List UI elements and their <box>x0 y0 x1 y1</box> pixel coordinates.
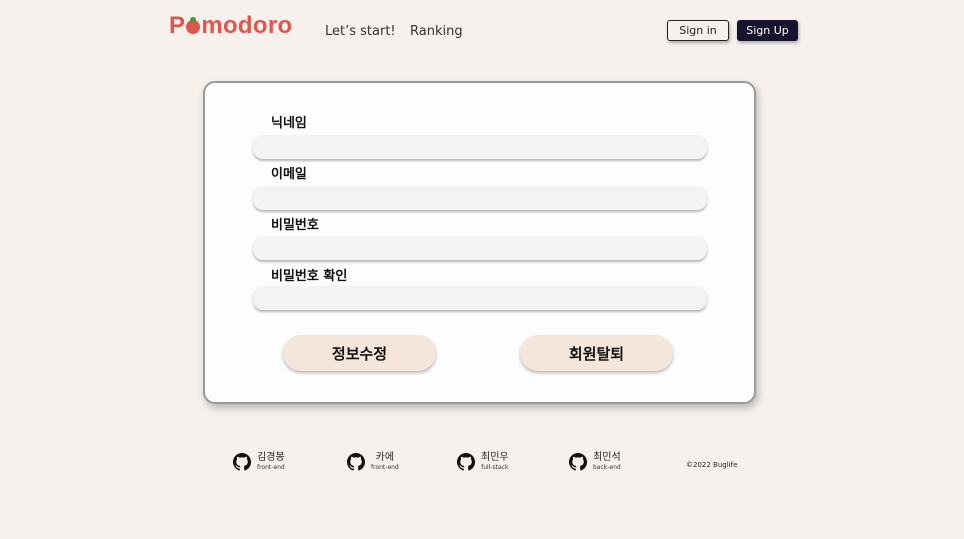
member-role: front-end <box>371 464 399 471</box>
email-label: 이메일 <box>271 167 307 182</box>
member-link-2[interactable]: 카에 front-end <box>347 452 399 472</box>
nav-lets-start[interactable]: Let’s start! <box>325 24 396 40</box>
logo-letter-p: P <box>169 12 186 39</box>
sign-up-button[interactable]: Sign Up <box>737 20 798 41</box>
edit-info-button[interactable]: 정보수정 <box>283 335 436 371</box>
member-name: 최민석 <box>593 452 621 463</box>
github-icon <box>347 453 365 471</box>
member-role: back-end <box>593 464 621 471</box>
copyright: ©2022 Buglife <box>686 461 738 469</box>
nav-ranking[interactable]: Ranking <box>410 24 463 40</box>
member-role: full-stack <box>481 464 509 471</box>
member-name: 카에 <box>375 452 395 463</box>
tomato-icon <box>186 17 201 34</box>
password-confirm-label: 비밀번호 확인 <box>271 269 348 284</box>
nickname-input[interactable] <box>253 135 707 159</box>
member-name: 김경봉 <box>257 452 285 463</box>
logo-text: modoro <box>201 12 293 39</box>
nickname-label: 닉네임 <box>271 116 307 131</box>
email-input[interactable] <box>253 186 707 210</box>
member-link-1[interactable]: 김경봉 front-end <box>233 452 285 472</box>
logo[interactable]: P modoro <box>169 10 292 42</box>
profile-edit-card: 닉네임 이메일 비밀번호 비밀번호 확인 정보수정 회원탈퇴 <box>203 81 756 404</box>
github-icon <box>233 453 251 471</box>
password-confirm-input[interactable] <box>253 286 707 310</box>
sign-in-button[interactable]: Sign in <box>667 20 729 41</box>
password-input[interactable] <box>253 236 707 260</box>
password-label: 비밀번호 <box>271 218 319 233</box>
member-role: front-end <box>257 464 285 471</box>
member-link-3[interactable]: 최민우 full-stack <box>457 452 509 472</box>
member-link-4[interactable]: 최민석 back-end <box>569 452 621 472</box>
member-name: 최민우 <box>481 452 509 463</box>
github-icon <box>457 453 475 471</box>
github-icon <box>569 453 587 471</box>
withdraw-button[interactable]: 회원탈퇴 <box>520 335 673 371</box>
